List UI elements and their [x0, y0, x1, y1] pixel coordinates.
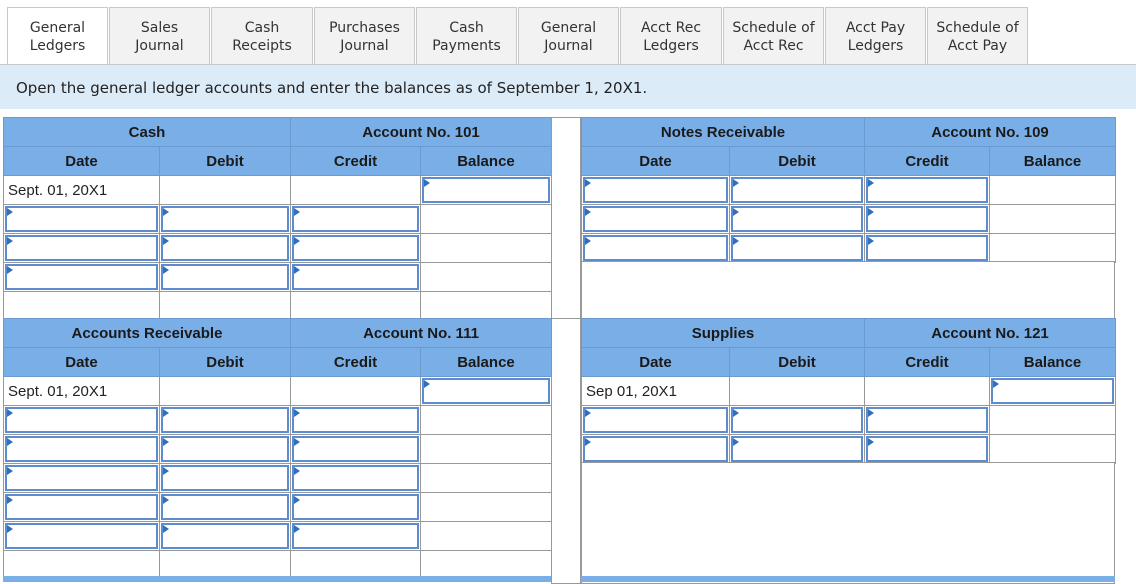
ar-opening-date: Sept. 01, 20X1 — [8, 383, 108, 400]
notes-date-header: Date — [581, 146, 730, 176]
cash-account-number: Account No. 101 — [290, 117, 552, 147]
cash-balance-header: Balance — [420, 146, 552, 176]
supplies-opening-balance-input[interactable] — [991, 378, 1115, 404]
notes-debit-input[interactable] — [731, 177, 864, 203]
notes-ledger-blank-area — [581, 261, 1115, 319]
notes-debit-input[interactable] — [731, 235, 864, 261]
notes-credit-input[interactable] — [866, 206, 989, 232]
supplies-date-input[interactable] — [583, 436, 728, 462]
ar-credit-header: Credit — [290, 347, 421, 377]
notes-date-input[interactable] — [583, 177, 728, 203]
cash-date-header: Date — [3, 146, 160, 176]
ar-opening-balance-input[interactable] — [422, 378, 550, 404]
notes-account-number: Account No. 109 — [864, 117, 1117, 147]
supplies-account-name: Supplies — [580, 318, 866, 348]
notes-account-name: Notes Receivable — [580, 117, 866, 147]
supplies-date-header: Date — [581, 347, 730, 377]
notes-credit-input[interactable] — [866, 177, 989, 203]
ar-date-header: Date — [3, 347, 160, 377]
cash-date-input[interactable] — [5, 206, 158, 232]
tab-general-ledgers[interactable]: General Ledgers — [7, 7, 108, 65]
supplies-ledger-blank-area — [581, 462, 1115, 584]
supplies-account-number: Account No. 121 — [864, 318, 1117, 348]
ar-debit-input[interactable] — [161, 494, 289, 520]
notes-credit-input[interactable] — [866, 235, 989, 261]
notes-balance-header: Balance — [989, 146, 1117, 176]
ar-account-number: Account No. 111 — [290, 318, 552, 348]
supplies-date-input[interactable] — [583, 407, 728, 433]
ar-account-name: Accounts Receivable — [3, 318, 291, 348]
cash-ledger: Cash Account No. 101 Date Debit Credit Balan… — [3, 117, 552, 321]
cash-credit-input[interactable] — [292, 235, 419, 261]
notes-receivable-ledger: Notes Receivable Account No. 109 Date Debi… — [580, 117, 1117, 263]
instruction-text: Open the general ledger accounts and ent… — [16, 79, 648, 97]
notes-debit-header: Debit — [728, 146, 866, 176]
tab-acct-rec-ledgers[interactable]: Acct Rec Ledgers — [620, 7, 722, 65]
tab-sales-journal[interactable]: Sales Journal — [109, 7, 210, 65]
ledger-separator — [551, 318, 581, 584]
supplies-credit-input[interactable] — [866, 436, 989, 462]
ar-debit-header: Debit — [159, 347, 291, 377]
cash-credit-input[interactable] — [292, 206, 419, 232]
ar-balance-header: Balance — [420, 347, 552, 377]
ar-date-input[interactable] — [5, 465, 158, 491]
ar-debit-input[interactable] — [161, 523, 289, 549]
ar-credit-input[interactable] — [292, 465, 419, 491]
ar-debit-input[interactable] — [161, 436, 289, 462]
supplies-ledger: Supplies Account No. 121 Date Debit Credit B… — [580, 318, 1117, 464]
tab-schedule-acct-pay[interactable]: Schedule of Acct Pay — [927, 7, 1028, 65]
cash-debit-header: Debit — [159, 146, 291, 176]
ar-credit-input[interactable] — [292, 407, 419, 433]
tab-acct-pay-ledgers[interactable]: Acct Pay Ledgers — [825, 7, 926, 65]
cash-debit-input[interactable] — [161, 235, 289, 261]
supplies-credit-input[interactable] — [866, 407, 989, 433]
tab-bar: General Ledgers Sales Journal Cash Recei… — [7, 7, 1029, 65]
ar-date-input[interactable] — [5, 407, 158, 433]
notes-date-input[interactable] — [583, 206, 728, 232]
cash-date-input[interactable] — [5, 235, 158, 261]
cash-debit-input[interactable] — [161, 206, 289, 232]
next-ledger-header — [3, 576, 551, 582]
tab-schedule-acct-rec[interactable]: Schedule of Acct Rec — [723, 7, 824, 65]
ar-debit-input[interactable] — [161, 465, 289, 491]
cash-credit-header: Credit — [290, 146, 421, 176]
tab-general-journal[interactable]: General Journal — [518, 7, 619, 65]
ar-credit-input[interactable] — [292, 494, 419, 520]
instruction-bar: Open the general ledger accounts and ent… — [0, 64, 1136, 109]
cash-opening-date: Sept. 01, 20X1 — [8, 182, 108, 199]
ar-date-input[interactable] — [5, 436, 158, 462]
ar-credit-input[interactable] — [292, 523, 419, 549]
cash-account-name: Cash — [3, 117, 291, 147]
supplies-balance-header: Balance — [989, 347, 1117, 377]
supplies-debit-input[interactable] — [731, 407, 864, 433]
ar-debit-input[interactable] — [161, 407, 289, 433]
supplies-debit-input[interactable] — [731, 436, 864, 462]
next-ledger-header — [581, 576, 1115, 582]
ar-date-input[interactable] — [5, 523, 158, 549]
tab-cash-payments[interactable]: Cash Payments — [416, 7, 517, 65]
ar-date-input[interactable] — [5, 494, 158, 520]
accounts-receivable-ledger: Accounts Receivable Account No. 111 Date D… — [3, 318, 552, 580]
cash-debit-input[interactable] — [161, 264, 289, 290]
cash-credit-input[interactable] — [292, 264, 419, 290]
ar-credit-input[interactable] — [292, 436, 419, 462]
supplies-debit-header: Debit — [728, 347, 866, 377]
cash-opening-balance-input[interactable] — [422, 177, 550, 203]
notes-date-input[interactable] — [583, 235, 728, 261]
tab-purchases-journal[interactable]: Purchases Journal — [314, 7, 415, 65]
supplies-credit-header: Credit — [864, 347, 991, 377]
notes-debit-input[interactable] — [731, 206, 864, 232]
ledger-separator — [551, 117, 581, 319]
tab-cash-receipts[interactable]: Cash Receipts — [211, 7, 313, 65]
supplies-opening-date: Sep 01, 20X1 — [586, 383, 677, 400]
cash-date-input[interactable] — [5, 264, 158, 290]
notes-credit-header: Credit — [864, 146, 991, 176]
